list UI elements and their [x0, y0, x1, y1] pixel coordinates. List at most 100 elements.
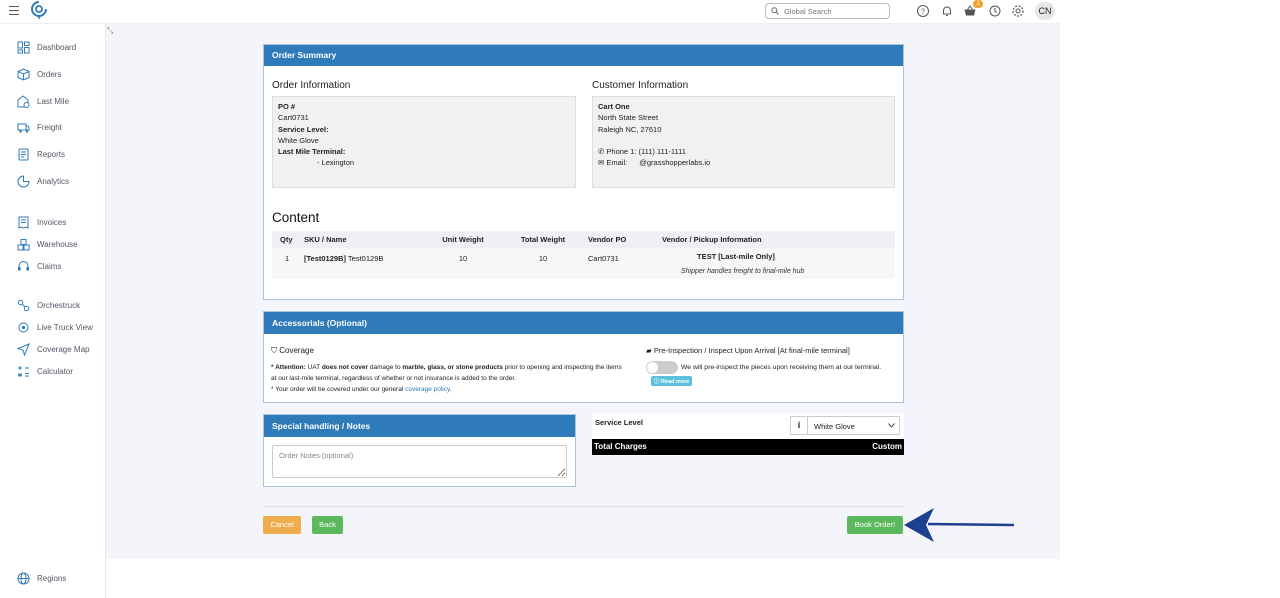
- coverage-policy-link[interactable]: coverage policy: [405, 386, 450, 393]
- sidebar-item-live-truck-view[interactable]: Live Truck View: [17, 320, 93, 334]
- po-value: Cart0731: [278, 113, 309, 123]
- po-label: PO #: [278, 102, 296, 111]
- sidebar-item-warehouse[interactable]: Warehouse: [17, 237, 78, 251]
- inspection-desc: We will pre-inspect the pieces upon rece…: [681, 364, 882, 371]
- order-notes-textarea[interactable]: [272, 445, 567, 478]
- table-row: 1 [Test0129B] Test0129B 10 10 Cart0731 T…: [272, 248, 895, 269]
- customer-phone: Phone 1: (111) 111-1111: [606, 146, 686, 156]
- customer-name: Cart One: [598, 102, 630, 111]
- cell-vendor-info: TEST [Last-mile Only]: [657, 248, 895, 269]
- attention-bold-2: marble, glass, or stone products: [402, 364, 503, 371]
- inspection-title: Pre-Inspection / Inspect Upon Arrival [A…: [653, 346, 850, 355]
- cart-badge: 1: [973, 0, 983, 8]
- sidebar-item-claims[interactable]: Claims: [17, 259, 61, 273]
- sidebar-item-orchestruck[interactable]: Orchestruck: [17, 298, 80, 312]
- order-info-title: Order Information: [272, 80, 351, 91]
- sidebar-item-label: Orders: [37, 69, 62, 79]
- attention-mid: damage to: [369, 364, 401, 371]
- sidebar-item-label: Warehouse: [37, 239, 78, 249]
- navigation-icon: [17, 342, 30, 356]
- table-header-row: Qty SKU / Name Unit Weight Total Weight …: [272, 231, 895, 248]
- customer-street: North State Street: [598, 113, 659, 123]
- cancel-button[interactable]: Cancel: [263, 516, 301, 534]
- invoice-icon: [18, 216, 29, 229]
- info-icon: ⓘ: [654, 379, 660, 385]
- sidebar-item-regions[interactable]: Regions: [17, 571, 66, 585]
- terminal-value: - Lexington: [317, 158, 355, 168]
- col-qty: Qty: [272, 231, 300, 248]
- sku-code: [Test0129B]: [304, 254, 346, 263]
- bell-icon[interactable]: [940, 4, 954, 18]
- sidebar-item-dashboard[interactable]: Dashboard: [17, 40, 76, 54]
- last-mile-icon: [17, 94, 30, 108]
- analytics-icon: [17, 174, 30, 187]
- order-summary-header: Order Summary: [264, 45, 903, 66]
- hamburger-menu-icon[interactable]: [9, 6, 19, 16]
- attention-pre: UAT: [307, 364, 320, 371]
- sidebar: Dashboard Orders Last Mile Freight Repor…: [0, 24, 106, 598]
- sidebar-item-label: Invoices: [37, 217, 67, 227]
- sidebar-item-freight[interactable]: Freight: [17, 120, 62, 134]
- envelope-icon: ✉: [598, 158, 605, 168]
- sidebar-item-label: Regions: [37, 573, 67, 583]
- book-order-button[interactable]: Book Order!: [847, 516, 903, 534]
- sidebar-item-reports[interactable]: Reports: [17, 147, 65, 161]
- headset-icon: [18, 260, 29, 270]
- help-icon[interactable]: ?: [916, 4, 930, 18]
- service-level-label: Service Level:: [278, 124, 329, 134]
- order-info-box: PO # Cart0731 Service Level: White Glove…: [272, 96, 576, 188]
- history-icon[interactable]: [988, 4, 1002, 18]
- customer-email: @grasshopperlabs.io: [639, 158, 711, 168]
- sidebar-item-label: Orchestruck: [37, 300, 81, 310]
- back-button[interactable]: Back: [312, 516, 343, 534]
- policy-post: .: [449, 386, 452, 393]
- global-search[interactable]: [765, 3, 890, 19]
- sidebar-item-orders[interactable]: Orders: [17, 67, 61, 81]
- service-level-select[interactable]: i White Glove: [790, 416, 900, 435]
- sidebar-item-label: Last Mile: [37, 96, 70, 106]
- sidebar-item-label: Freight: [37, 122, 62, 132]
- coverage-title-row: ⛉ Coverage: [271, 346, 314, 356]
- sidebar-item-last-mile[interactable]: Last Mile: [17, 94, 69, 108]
- attention-line-1: * Attention: UAT does not cover damage t…: [271, 362, 641, 373]
- app-logo-icon[interactable]: [31, 1, 47, 19]
- content-title: Content: [272, 210, 320, 225]
- reports-icon: [18, 148, 29, 160]
- cell-total-weight: 10: [506, 248, 580, 269]
- col-vendor-info: Vendor / Pickup Information: [657, 231, 895, 248]
- col-vendor-po: Vendor PO: [580, 231, 657, 248]
- user-avatar[interactable]: CN: [1035, 2, 1055, 20]
- total-charges-label: Total Charges: [594, 442, 647, 451]
- search-icon: [771, 7, 779, 15]
- phone-icon: ✆: [598, 146, 605, 156]
- sidebar-item-label: Analytics: [37, 176, 70, 186]
- warehouse-icon: [17, 238, 30, 250]
- notes-header: Special handling / Notes: [264, 415, 575, 437]
- coverage-title: Coverage: [279, 346, 314, 355]
- sidebar-item-analytics[interactable]: Analytics: [17, 174, 69, 188]
- sidebar-item-coverage-map[interactable]: Coverage Map: [17, 342, 89, 356]
- total-charges-bar: Total Charges Custom: [592, 439, 904, 455]
- gear-icon[interactable]: [1011, 4, 1025, 18]
- pre-inspection-toggle[interactable]: [646, 361, 678, 374]
- inspection-title-row: ▰ Pre-Inspection / Inspect Upon Arrival …: [646, 346, 850, 355]
- policy-line: * Your order will be covered under our g…: [271, 384, 641, 395]
- global-search-input[interactable]: [784, 5, 884, 17]
- sidebar-item-invoices[interactable]: Invoices: [17, 215, 66, 229]
- sidebar-item-label: Live Truck View: [37, 322, 93, 332]
- read-more-button[interactable]: ⓘ Read more: [651, 376, 693, 386]
- actions-divider: [263, 506, 904, 507]
- globe-icon: [17, 572, 30, 584]
- customer-phone-row: ✆ Phone 1: (111) 111-1111: [598, 146, 889, 157]
- expand-icon[interactable]: ⤡: [107, 26, 113, 36]
- customer-email-row: ✉ Email: @grasshopperlabs.io: [598, 157, 889, 168]
- sidebar-item-calculator[interactable]: Calculator: [17, 364, 73, 378]
- orchestruck-icon: [17, 299, 30, 311]
- attention-label: * Attention:: [271, 364, 306, 371]
- attention-post: prior to opening and inspecting the item…: [504, 364, 622, 371]
- sidebar-item-label: Reports: [37, 149, 66, 159]
- vendor-note: Shipper handles freight to final-mile hu…: [681, 268, 805, 275]
- calculator-icon: [18, 365, 29, 377]
- sidebar-item-label: Calculator: [37, 366, 74, 376]
- customer-info-box: Cart One North State Street Raleigh NC, …: [592, 96, 895, 188]
